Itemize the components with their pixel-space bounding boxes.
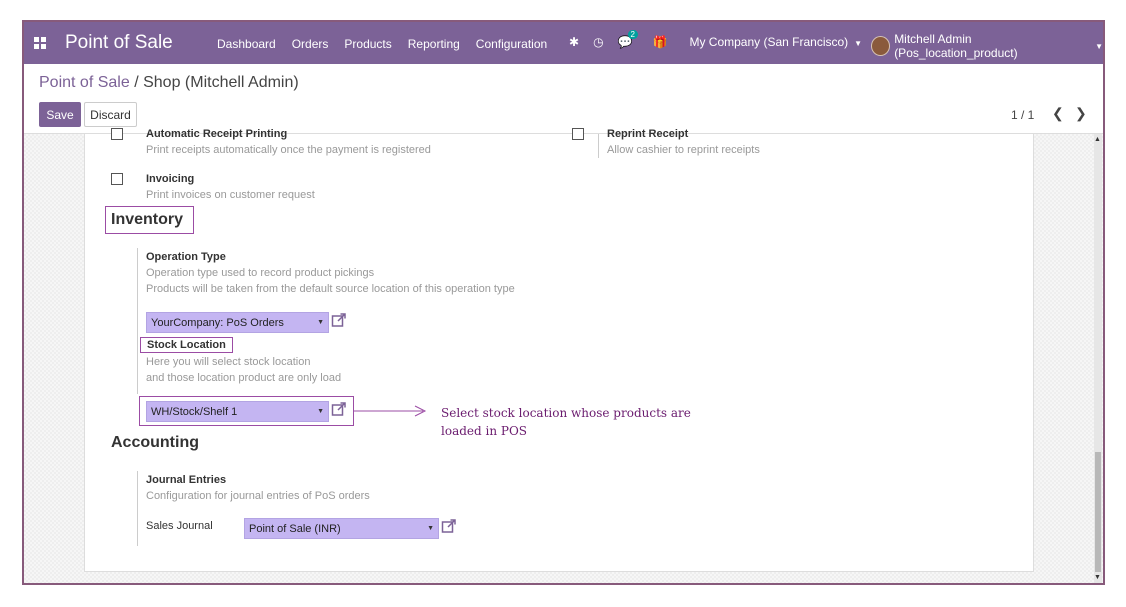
user-menu[interactable]: Mitchell Admin (Pos_location_product) ▼ — [871, 32, 1103, 60]
scroll-up-icon[interactable]: ▲ — [1094, 136, 1101, 143]
scroll-down-icon[interactable]: ▼ — [1094, 574, 1101, 581]
breadcrumb-parent[interactable]: Point of Sale — [39, 74, 130, 91]
avatar — [871, 36, 891, 56]
chevron-right-icon[interactable]: ❯ — [1075, 105, 1087, 122]
divider — [137, 471, 138, 546]
pager-value[interactable]: 1 / 1 — [1011, 108, 1034, 122]
stock-location-value: WH/Stock/Shelf 1 — [151, 406, 238, 418]
sales-journal-select[interactable]: Point of Sale (INR) ▼ — [244, 518, 439, 539]
stock-location-help: Here you will select stock location — [146, 356, 311, 368]
clock-icon[interactable]: ◷ — [593, 35, 603, 49]
receipt-printing-label: Automatic Receipt Printing — [146, 128, 288, 140]
operation-type-value: YourCompany: PoS Orders — [151, 317, 284, 329]
inventory-section-title: Inventory — [111, 211, 184, 228]
menu-orders[interactable]: Orders — [292, 37, 329, 51]
vertical-scrollbar[interactable] — [1094, 134, 1102, 583]
invoicing-checkbox[interactable] — [111, 173, 123, 185]
caret-down-icon: ▼ — [427, 525, 434, 532]
external-link-icon[interactable] — [441, 518, 457, 534]
caret-down-icon: ▼ — [317, 408, 324, 415]
stock-location-label: Stock Location — [147, 339, 226, 351]
operation-type-label: Operation Type — [146, 251, 226, 263]
journal-entries-help: Configuration for journal entries of PoS… — [146, 490, 370, 502]
invoicing-label: Invoicing — [146, 173, 195, 185]
gift-icon[interactable]: 🎁 — [653, 35, 668, 49]
messages-badge: 2 — [627, 30, 638, 39]
stock-location-help: and those location product are only load — [146, 372, 342, 384]
form-sheet: Automatic Receipt Printing Print receipt… — [84, 128, 1034, 572]
control-panel: Point of Sale / Shop (Mitchell Admin) Sa… — [24, 64, 1103, 134]
sales-journal-value: Point of Sale (INR) — [249, 523, 341, 535]
scrollbar-thumb[interactable] — [1095, 452, 1101, 572]
annotation-arrow — [353, 405, 427, 417]
receipt-printing-help: Print receipts automatically once the pa… — [146, 144, 431, 156]
app-window: Point of Sale Dashboard Orders Products … — [22, 20, 1105, 585]
operation-type-select[interactable]: YourCompany: PoS Orders ▼ — [146, 312, 329, 333]
menu-configuration[interactable]: Configuration — [476, 37, 547, 51]
annotation-line: loaded in POS — [441, 424, 528, 438]
company-name: My Company (San Francisco) — [689, 35, 849, 49]
accounting-section-title: Accounting — [111, 434, 199, 451]
receipt-printing-checkbox[interactable] — [111, 128, 123, 140]
operation-type-help: Operation type used to record product pi… — [146, 267, 375, 279]
chevron-down-icon: ▼ — [854, 39, 863, 48]
chevron-down-icon: ▼ — [1095, 41, 1103, 51]
menu-dashboard[interactable]: Dashboard — [217, 37, 276, 51]
menu-products[interactable]: Products — [344, 37, 391, 51]
annotation-line: Select stock location whose products are — [441, 406, 691, 420]
systray: ✱ ◷ 💬 2 🎁 My Company (San Francisco) ▼ — [569, 30, 862, 49]
divider — [137, 248, 138, 394]
discard-button[interactable]: Discard — [84, 102, 137, 127]
apps-menu-icon[interactable] — [34, 37, 46, 49]
chevron-left-icon[interactable]: ❮ — [1052, 105, 1064, 122]
main-menu: Dashboard Orders Products Reporting Conf… — [217, 37, 547, 51]
form-content: Automatic Receipt Printing Print receipt… — [24, 128, 1103, 583]
journal-entries-label: Journal Entries — [146, 474, 227, 486]
stock-location-select[interactable]: WH/Stock/Shelf 1 ▼ — [146, 401, 329, 422]
user-name: Mitchell Admin (Pos_location_product) — [894, 32, 1018, 60]
caret-down-icon: ▼ — [317, 319, 324, 326]
external-link-icon[interactable] — [331, 312, 347, 328]
annotation-text: Select stock location whose products are… — [441, 404, 691, 440]
operation-type-help: Products will be taken from the default … — [146, 283, 515, 295]
top-navbar: Point of Sale Dashboard Orders Products … — [24, 22, 1103, 64]
company-switcher[interactable]: My Company (San Francisco) ▼ — [689, 35, 862, 49]
app-title[interactable]: Point of Sale — [65, 32, 173, 54]
divider — [598, 134, 599, 158]
breadcrumb: Point of Sale / Shop (Mitchell Admin) — [39, 74, 299, 92]
save-button[interactable]: Save — [39, 102, 81, 127]
invoicing-help: Print invoices on customer request — [146, 189, 315, 201]
menu-reporting[interactable]: Reporting — [408, 37, 460, 51]
reprint-receipt-checkbox[interactable] — [572, 128, 584, 140]
external-link-icon[interactable] — [331, 401, 347, 417]
breadcrumb-current: Shop (Mitchell Admin) — [143, 74, 299, 91]
reprint-receipt-label: Reprint Receipt — [607, 128, 689, 140]
reprint-receipt-help: Allow cashier to reprint receipts — [607, 144, 760, 156]
messages-icon[interactable]: 💬 2 — [618, 30, 638, 49]
bug-icon[interactable]: ✱ — [569, 35, 579, 49]
breadcrumb-separator: / — [134, 74, 139, 91]
sales-journal-label: Sales Journal — [146, 520, 213, 532]
